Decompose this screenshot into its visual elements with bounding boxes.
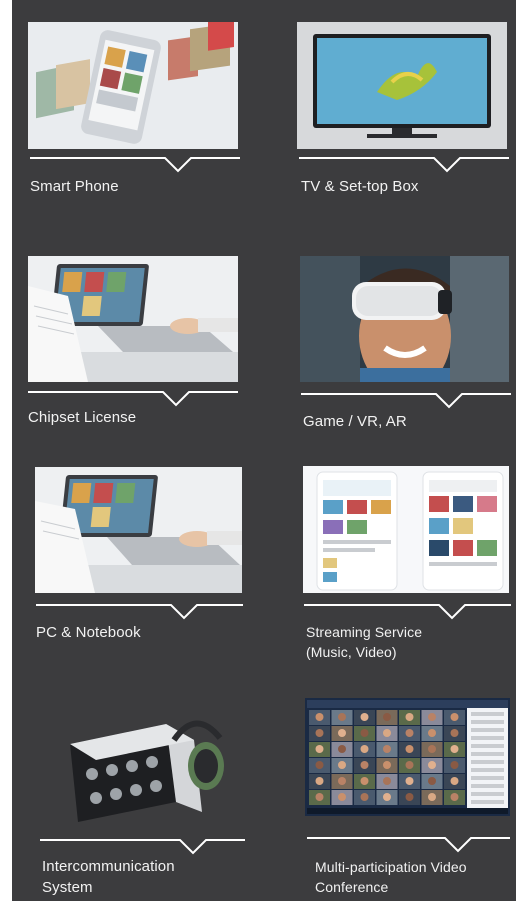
participant-face: [360, 745, 369, 753]
participant-face: [383, 777, 391, 785]
participant-face: [383, 745, 391, 753]
participant-face: [428, 761, 436, 769]
participant-face: [450, 777, 459, 785]
participant-list-row: [471, 744, 504, 748]
intercom-headset-image: [56, 710, 232, 828]
participant-face: [383, 793, 391, 801]
participant-list-row: [471, 712, 504, 716]
participant-face: [315, 793, 324, 801]
participant-face: [338, 761, 346, 769]
participant-face: [428, 745, 436, 753]
item-divider: [304, 597, 511, 621]
item-divider: [301, 386, 511, 410]
participant-face: [360, 713, 369, 721]
vr-headset-image: [300, 256, 509, 382]
participant-face: [450, 713, 459, 721]
participant-face: [450, 793, 459, 801]
participant-face: [315, 729, 324, 737]
smartphone-apps-image: [28, 22, 238, 149]
item-divider: [307, 830, 510, 854]
tv-image: [297, 22, 507, 149]
participant-face: [315, 777, 324, 785]
item-divider: [40, 832, 245, 856]
participant-face: [450, 761, 459, 769]
participant-face: [338, 713, 346, 721]
participant-face: [405, 745, 414, 753]
item-divider: [299, 150, 509, 174]
participant-face: [338, 729, 346, 737]
participant-face: [315, 761, 324, 769]
item-divider: [36, 597, 243, 621]
participant-face: [428, 713, 436, 721]
participant-face: [450, 729, 459, 737]
participant-list-row: [471, 752, 504, 756]
participant-face: [360, 729, 369, 737]
participant-face: [450, 745, 459, 753]
participant-face: [360, 761, 369, 769]
participant-face: [360, 777, 369, 785]
item-label-video-conference: Multi-participation Video Conference: [315, 859, 467, 895]
participant-list-row: [471, 736, 504, 740]
participant-list-row: [471, 784, 504, 788]
participant-face: [405, 777, 414, 785]
participant-list-row: [471, 800, 504, 804]
participant-face: [405, 713, 414, 721]
participant-face: [405, 793, 414, 801]
participant-face: [428, 729, 436, 737]
participant-face: [315, 745, 324, 753]
participant-list-row: [471, 776, 504, 780]
item-divider: [30, 150, 240, 174]
participant-face: [428, 777, 436, 785]
participant-face: [383, 713, 391, 721]
laptop-apps-image: [35, 467, 242, 593]
participant-face: [338, 793, 346, 801]
item-label-pc-notebook: PC & Notebook: [36, 624, 141, 641]
item-label-tv-set-top-box: TV & Set-top Box: [301, 178, 419, 195]
participant-face: [338, 777, 346, 785]
participant-face: [360, 793, 369, 801]
item-label-game-vr-ar: Game / VR, AR: [303, 413, 407, 430]
participant-face: [428, 793, 436, 801]
participant-face: [315, 713, 324, 721]
participant-list-row: [471, 760, 504, 764]
participant-face: [405, 761, 414, 769]
video-conference-image: [305, 698, 510, 816]
participant-face: [405, 729, 414, 737]
participant-list-row: [471, 792, 504, 796]
participant-list-row: [471, 768, 504, 772]
participant-list-row: [471, 728, 504, 732]
participant-list-row: [471, 720, 504, 724]
item-label-streaming-service: Streaming Service (Music, Video): [306, 624, 423, 660]
laptop-document-image: [28, 256, 238, 382]
item-label-smart-phone: Smart Phone: [30, 178, 119, 195]
participant-face: [383, 761, 391, 769]
participant-face: [338, 745, 346, 753]
participant-face: [383, 729, 391, 737]
item-label-chipset-license: Chipset License: [28, 409, 137, 426]
item-label-intercommunication-system: Intercommunication System: [42, 858, 175, 896]
item-divider: [28, 384, 238, 408]
streaming-app-image: [303, 466, 509, 593]
